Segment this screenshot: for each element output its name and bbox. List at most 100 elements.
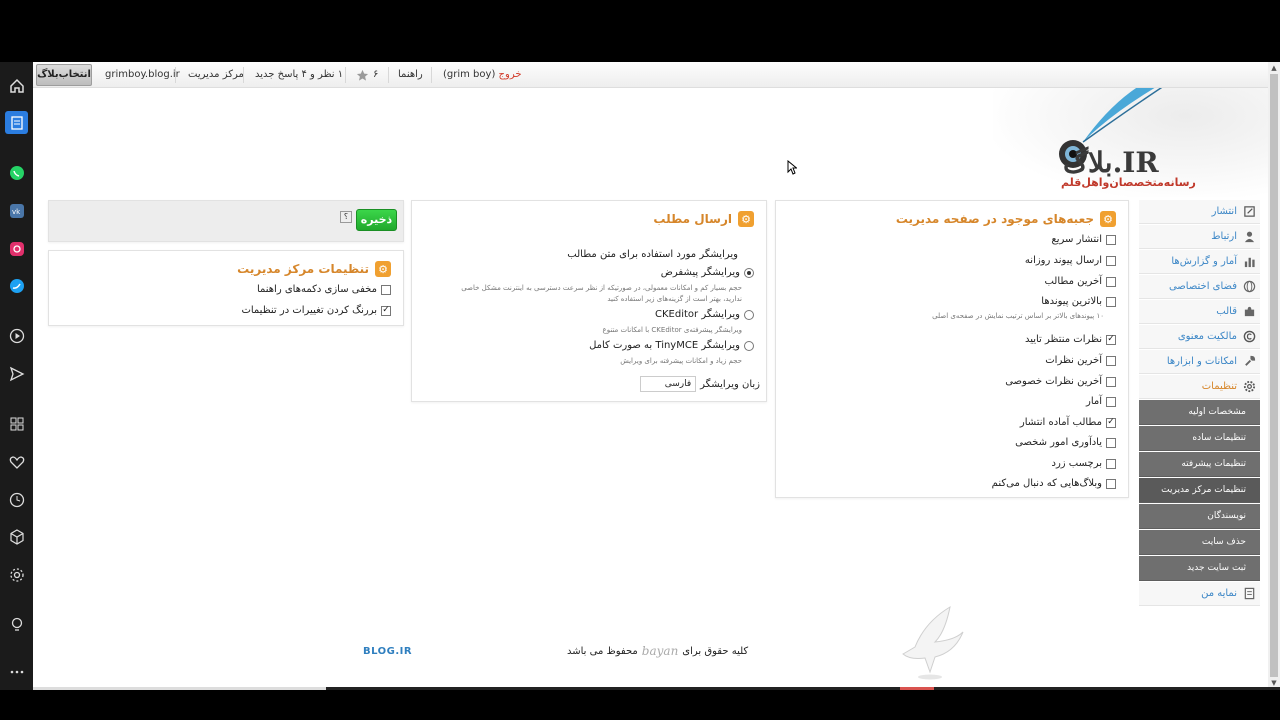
radio-button[interactable] (744, 309, 754, 320)
scroll-down-icon[interactable]: ▼ (1270, 679, 1278, 687)
box-item[interactable]: آخرین مطالب (1044, 276, 1116, 287)
box-item[interactable]: یادآوری امور شخصی (1015, 437, 1116, 448)
sidebar-item-tools[interactable]: امکانات و ابزارها (1139, 350, 1260, 374)
editor-tinymce-option[interactable]: ویرایشگر TinyMCE به صورت کامل (589, 340, 754, 351)
whatsapp-icon[interactable] (5, 161, 28, 184)
language-select[interactable]: فارسی (640, 376, 697, 392)
settings-sub-simple[interactable]: تنظیمات ساده (1139, 426, 1260, 451)
option-label: ویرایشگر CKEditor (655, 309, 740, 320)
person-icon (1242, 230, 1256, 244)
settings-sub-register-new[interactable]: ثبت سایت جدید (1139, 556, 1260, 581)
box-item[interactable]: ارسال پیوند روزانه (1025, 255, 1116, 266)
settings-sub-basic-info[interactable]: مشخصات اولیه (1139, 400, 1260, 425)
bayan-logo[interactable]: bayan (642, 644, 679, 658)
sidebar-item-copyright[interactable]: مالکیت معنوی (1139, 325, 1260, 349)
box-links-hint: ۱۰ پیوندهای بالاتر بر اساس ترتیب نمایش د… (932, 312, 1104, 320)
checkbox[interactable] (1106, 234, 1116, 245)
box-label: وبلاگ‌هایی که دنبال می‌کنم (991, 478, 1102, 489)
help-link[interactable]: راهنما (398, 62, 423, 88)
editor-ckeditor-option[interactable]: ویرایشگر CKEditor (655, 309, 754, 320)
divider (345, 67, 346, 83)
sidebar-item-stats[interactable]: آمار و گزارش‌ها (1139, 250, 1260, 274)
top-bar: انتخاب‌بلاگ grimboy.blog.ir مرکز مدیریت … (33, 62, 1268, 88)
box-item[interactable]: آمار (1086, 396, 1116, 407)
comments-status-link[interactable]: ۱ نظر و ۴ پاسخ جدید (255, 62, 343, 88)
box-label: یادآوری امور شخصی (1015, 437, 1102, 448)
taskbar-highlight (33, 687, 326, 690)
option-hide-help-buttons[interactable]: مخفی سازی دکمه‌های راهنما (257, 284, 391, 295)
checkbox[interactable] (1106, 355, 1116, 366)
lightbulb-icon[interactable] (5, 613, 28, 636)
editor-tinymce-hint: حجم زیاد و امکانات پیشرفته برای ویرایش (620, 357, 742, 365)
vk-icon[interactable]: vk (5, 199, 28, 222)
help-toggle-button[interactable]: ؟ (340, 211, 352, 223)
settings-sub-delete-site[interactable]: حذف سایت (1139, 530, 1260, 555)
box-item[interactable]: آخرین نظرات خصوصی (1005, 376, 1116, 387)
clock-icon[interactable] (5, 488, 28, 511)
site-logo[interactable]: بلاگ.IR (1063, 146, 1159, 179)
checkbox[interactable] (1106, 396, 1116, 407)
checkbox[interactable]: ✓ (1106, 334, 1116, 345)
box-item[interactable]: برچسب زرد (1051, 458, 1116, 469)
checkbox[interactable] (381, 284, 391, 295)
checkbox[interactable]: ✓ (381, 305, 391, 316)
sidebar-item-publish[interactable]: انتشار (1139, 200, 1260, 224)
boxes-title: ⚙ جعبه‌های موجود در صفحه مدیریت (896, 211, 1116, 227)
stars-link[interactable]: ۶ (356, 62, 378, 88)
radio-button[interactable] (744, 267, 754, 278)
heart-icon[interactable] (5, 450, 28, 473)
checkbox[interactable] (1106, 437, 1116, 448)
checkbox[interactable] (1106, 255, 1116, 266)
settings-icon[interactable] (5, 563, 28, 586)
username-label: (grim boy) (443, 69, 496, 80)
settings-sub-authors[interactable]: نویسندگان (1139, 504, 1260, 529)
sidebar-item-contact[interactable]: ارتباط (1139, 225, 1260, 249)
checkbox[interactable] (1106, 478, 1116, 489)
stars-count: ۶ (373, 69, 379, 80)
checkbox[interactable] (1106, 296, 1116, 307)
settings-sub-advanced[interactable]: تنظیمات پیشرفته (1139, 452, 1260, 477)
document-icon[interactable] (5, 111, 28, 134)
home-icon[interactable] (5, 74, 28, 97)
box-item[interactable]: وبلاگ‌هایی که دنبال می‌کنم (992, 478, 1116, 489)
checkbox[interactable]: ✓ (1106, 417, 1116, 428)
box-item[interactable]: ✓ مطالب آماده انتشار (1020, 417, 1116, 428)
checkbox[interactable] (1106, 376, 1116, 387)
settings-sub-admin-center[interactable]: تنظیمات مرکز مدیریت (1139, 478, 1260, 503)
box-item[interactable]: ✓ نظرات منتظر تایید (1025, 334, 1116, 345)
more-icon[interactable] (5, 660, 28, 683)
box-item[interactable]: انتشار سریع (1051, 234, 1116, 245)
chart-icon (1242, 255, 1256, 269)
box-item[interactable]: آخرین نظرات (1045, 355, 1116, 366)
send-icon[interactable] (5, 362, 28, 385)
sidebar-item-dedicated-space[interactable]: فضای اختصاصی (1139, 275, 1260, 299)
sidebar-item-template[interactable]: قالب (1139, 300, 1260, 324)
radio-button[interactable] (744, 340, 754, 351)
instagram-icon[interactable] (5, 237, 28, 260)
logout-link[interactable]: خروج (499, 69, 522, 80)
save-button[interactable]: ذخیره (356, 209, 397, 231)
play-icon[interactable] (5, 324, 28, 347)
sidebar-item-my-profile[interactable]: نمایه من (1139, 582, 1260, 606)
scroll-up-icon[interactable]: ▲ (1270, 64, 1278, 72)
admin-settings-title: ⚙ تنظیمات مرکز مدیریت (237, 261, 391, 277)
select-blog-button[interactable]: انتخاب‌بلاگ (36, 64, 92, 86)
panel-title-text: ارسال مطلب (653, 212, 732, 226)
blog-domain-link[interactable]: grimboy.blog.ir (105, 62, 180, 88)
gear-icon (1242, 380, 1256, 394)
cube-icon[interactable] (5, 525, 28, 548)
footer-logo[interactable]: BLOG.IR (363, 646, 412, 657)
page-scrollbar[interactable]: ▲ ▼ (1268, 62, 1280, 690)
option-highlight-changes[interactable]: ✓ بررنگ کردن تغییرات در تنظیمات (241, 305, 391, 316)
box-item[interactable]: بالاترین پیوندها (1041, 296, 1116, 307)
option-label: ویرایشگر پیشفرض (660, 267, 740, 278)
scroll-thumb[interactable] (1270, 74, 1278, 677)
checkbox[interactable] (1106, 458, 1116, 469)
copyright-suffix: محفوظ می باشد (567, 645, 638, 657)
checkbox[interactable] (1106, 276, 1116, 287)
grid-icon[interactable] (5, 412, 28, 435)
sidebar-item-settings[interactable]: تنظیمات (1139, 375, 1260, 399)
admin-center-link[interactable]: مرکز مدیریت (188, 62, 244, 88)
editor-default-option[interactable]: ویرایشگر پیشفرض (661, 267, 754, 278)
twitter-icon[interactable] (5, 274, 28, 297)
